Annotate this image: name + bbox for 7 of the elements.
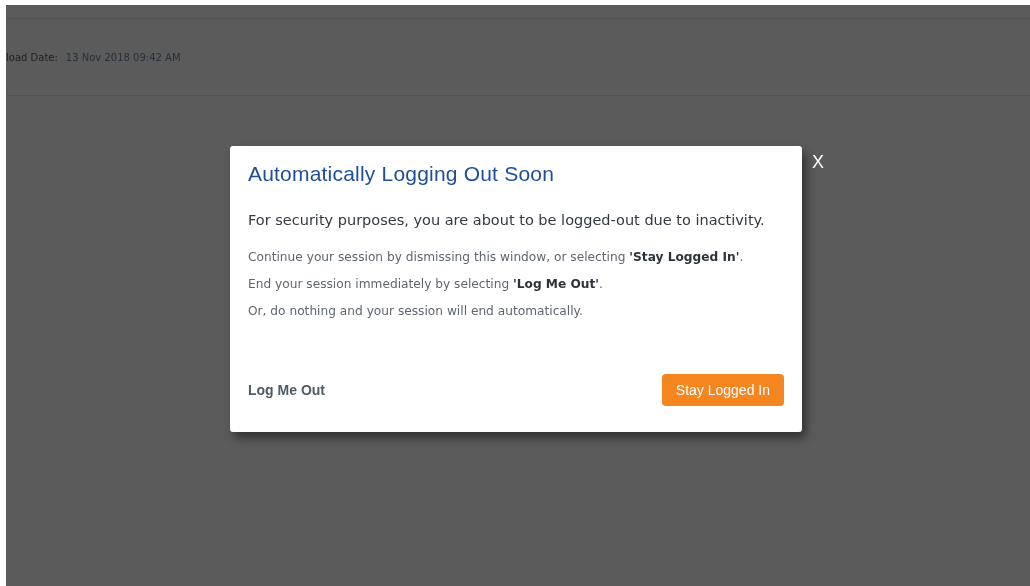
dialog-paragraph: Continue your session by dismissing this window, or selecting 'Stay Logged In'. bbox=[248, 250, 745, 264]
dialog-lead-text: For security purposes, you are about to be logged-out due to inactivity. bbox=[248, 212, 766, 228]
dialog-paragraph: End your session immediately by selecting 'Log Me Out'. bbox=[248, 277, 604, 291]
dialog-title: Automatically Logging Out Soon bbox=[248, 162, 556, 186]
log-me-out-button[interactable]: Log Me Out bbox=[248, 382, 325, 398]
close-button[interactable]: X bbox=[812, 152, 824, 173]
dialog-paragraph: Or, do nothing and your session will end automatically. bbox=[248, 304, 584, 318]
